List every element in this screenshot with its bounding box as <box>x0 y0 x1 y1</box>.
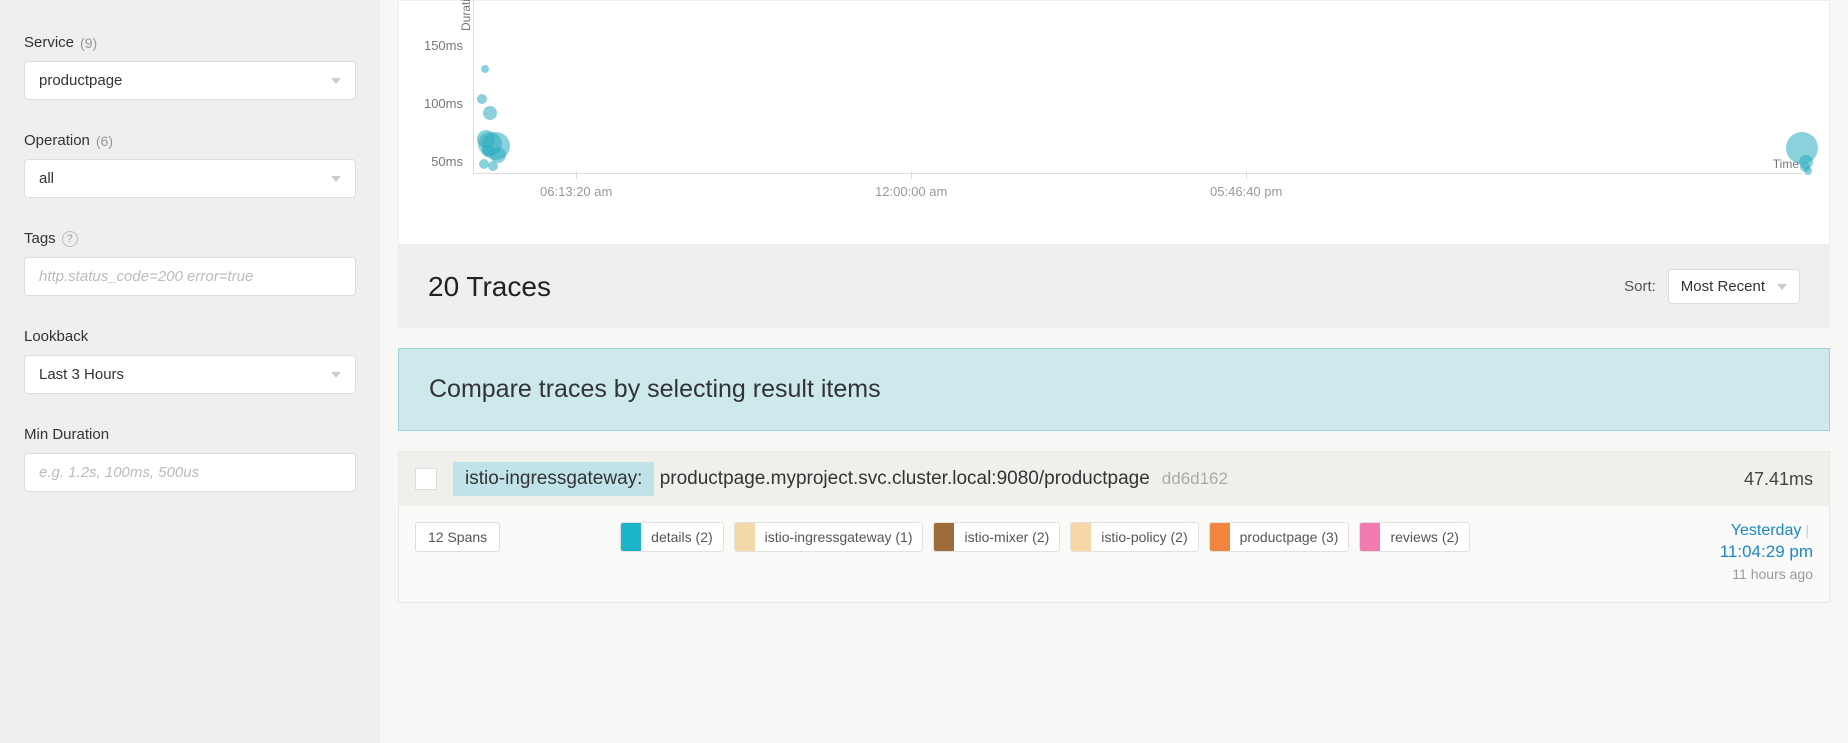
x-tick: 12:00:00 am <box>875 184 947 199</box>
color-swatch <box>1071 523 1091 551</box>
operation-select[interactable]: all <box>24 159 356 198</box>
divider: | <box>1805 522 1809 538</box>
compare-banner: Compare traces by selecting result items <box>398 348 1830 431</box>
trace-id: dd6d162 <box>1162 469 1228 489</box>
scatter-chart[interactable]: Duration Time 50ms100ms150ms06:13:20 am1… <box>398 0 1830 245</box>
scatter-point[interactable] <box>488 161 498 171</box>
y-axis-label: Duration <box>459 0 473 31</box>
x-gridline <box>911 171 912 179</box>
y-tick: 150ms <box>413 38 463 53</box>
service-chip[interactable]: istio-policy (2) <box>1070 522 1198 552</box>
operation-count: (6) <box>96 133 113 149</box>
trace-header: istio-ingressgateway: productpage.myproj… <box>399 452 1829 506</box>
min-duration-input[interactable] <box>24 453 356 492</box>
chip-label: istio-policy (2) <box>1091 529 1197 545</box>
x-gridline <box>576 171 577 179</box>
service-select[interactable]: productpage <box>24 61 356 100</box>
scatter-point[interactable] <box>481 65 489 73</box>
help-icon[interactable]: ? <box>62 231 78 247</box>
sort-label: Sort: <box>1624 278 1656 295</box>
chevron-down-icon <box>1777 284 1787 290</box>
chip-label: details (2) <box>641 529 722 545</box>
main-content: Duration Time 50ms100ms150ms06:13:20 am1… <box>380 0 1848 743</box>
chevron-down-icon <box>331 78 341 84</box>
tags-field: Tags ? <box>24 230 356 296</box>
operation-field: Operation (6) all <box>24 132 356 198</box>
trace-time-day: Yesterday <box>1731 522 1802 539</box>
trace-card[interactable]: istio-ingressgateway: productpage.myproj… <box>398 451 1830 603</box>
traces-count: 20 Traces <box>428 271 551 303</box>
service-chip[interactable]: productpage (3) <box>1209 522 1350 552</box>
color-swatch <box>621 523 641 551</box>
chip-label: productpage (3) <box>1230 529 1349 545</box>
chip-label: istio-ingressgateway (1) <box>755 529 923 545</box>
color-swatch <box>1360 523 1380 551</box>
operation-label: Operation <box>24 132 90 149</box>
color-swatch <box>934 523 954 551</box>
find-traces-sidebar: Service (9) productpage Operation (6) al… <box>0 0 380 743</box>
chevron-down-icon <box>331 176 341 182</box>
scatter-point[interactable] <box>483 106 497 120</box>
scatter-point[interactable] <box>477 94 487 104</box>
trace-title-op: productpage.myproject.svc.cluster.local:… <box>654 462 1149 495</box>
tags-input[interactable] <box>24 257 356 296</box>
span-count-badge: 12 Spans <box>415 522 500 552</box>
service-count: (9) <box>80 35 97 51</box>
service-chip[interactable]: istio-mixer (2) <box>933 522 1060 552</box>
chevron-down-icon <box>331 372 341 378</box>
x-gridline <box>1246 171 1247 179</box>
lookback-label: Lookback <box>24 328 88 345</box>
x-tick: 06:13:20 am <box>540 184 612 199</box>
min-duration-label: Min Duration <box>24 426 109 443</box>
chip-label: istio-mixer (2) <box>954 529 1059 545</box>
y-tick: 100ms <box>413 96 463 111</box>
lookback-value: Last 3 Hours <box>39 366 124 383</box>
service-chip[interactable]: reviews (2) <box>1359 522 1469 552</box>
service-value: productpage <box>39 72 122 89</box>
results-header: 20 Traces Sort: Most Recent <box>398 245 1830 328</box>
lookback-select[interactable]: Last 3 Hours <box>24 355 356 394</box>
trace-time: Yesterday| 11:04:29 pm 11 hours ago <box>1653 522 1813 582</box>
sort-value: Most Recent <box>1681 278 1765 295</box>
service-chips: details (2) istio-ingressgateway (1) istio… <box>620 522 1633 552</box>
service-chip[interactable]: details (2) <box>620 522 723 552</box>
color-swatch <box>735 523 755 551</box>
y-axis <box>473 0 474 174</box>
y-tick: 50ms <box>413 154 463 169</box>
trace-title-service: istio-ingressgateway: <box>453 462 654 496</box>
x-tick: 05:46:40 pm <box>1210 184 1282 199</box>
service-field: Service (9) productpage <box>24 34 356 100</box>
operation-value: all <box>39 170 54 187</box>
chip-label: reviews (2) <box>1380 529 1468 545</box>
lookback-field: Lookback Last 3 Hours <box>24 328 356 394</box>
x-axis <box>473 173 1803 174</box>
color-swatch <box>1210 523 1230 551</box>
min-duration-field: Min Duration <box>24 426 356 492</box>
scatter-point[interactable] <box>1804 167 1812 175</box>
tags-label: Tags <box>24 230 56 247</box>
service-chip[interactable]: istio-ingressgateway (1) <box>734 522 924 552</box>
trace-time-exact: 11:04:29 pm <box>1653 542 1813 562</box>
trace-checkbox[interactable] <box>415 468 437 490</box>
trace-time-ago: 11 hours ago <box>1653 566 1813 582</box>
service-label: Service <box>24 34 74 51</box>
sort-select[interactable]: Most Recent <box>1668 269 1800 304</box>
trace-duration: 47.41ms <box>1744 469 1813 490</box>
